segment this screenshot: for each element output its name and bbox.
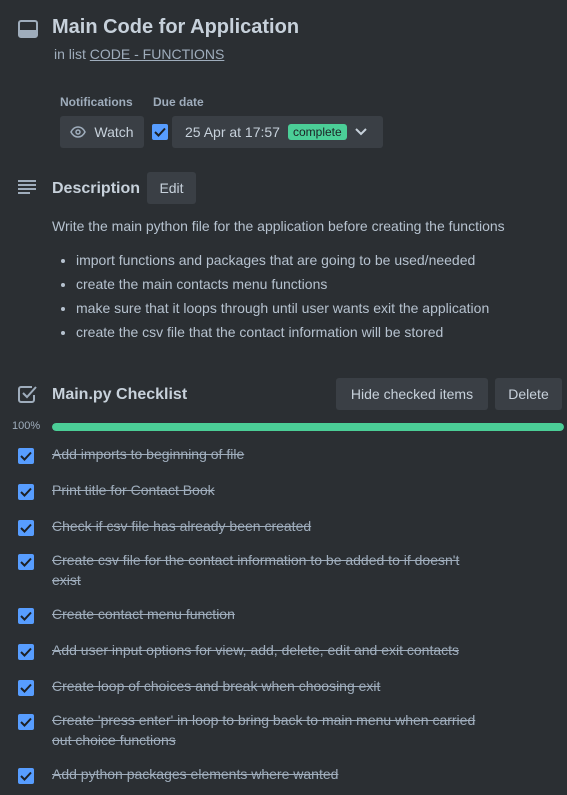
check-icon	[154, 127, 166, 137]
checklist-item-checkbox[interactable]	[18, 680, 34, 696]
chevron-down-icon	[354, 128, 367, 136]
delete-checklist-button[interactable]: Delete	[495, 378, 562, 410]
description-text: Write the main python file for the appli…	[52, 218, 505, 234]
list-item: create the main contacts menu functions	[76, 272, 489, 296]
description-bullets: import functions and packages that are g…	[52, 248, 489, 344]
progress-fill	[52, 423, 564, 431]
checklist-item-checkbox[interactable]	[18, 520, 34, 536]
due-date-checkbox[interactable]	[152, 124, 168, 140]
list-item: make sure that it loops through until us…	[76, 296, 489, 320]
due-date-label: Due date	[153, 95, 204, 109]
hide-checked-items-button[interactable]: Hide checked items	[336, 378, 488, 410]
check-icon	[20, 771, 32, 781]
due-date-value: 25 Apr at 17:57	[185, 124, 280, 140]
eye-icon	[70, 126, 87, 138]
checklist-item-checkbox[interactable]	[18, 644, 34, 660]
checklist-item-text[interactable]: Add user input options for view, add, de…	[52, 640, 482, 660]
check-icon	[20, 683, 32, 693]
checklist-item-checkbox[interactable]	[18, 484, 34, 500]
in-list-prefix: in list	[54, 46, 86, 62]
card-list-info: in list CODE - FUNCTIONS	[54, 46, 224, 62]
card-title: Main Code for Application	[52, 16, 300, 38]
checklist-item-text[interactable]: Create 'press enter' in loop to bring ba…	[52, 710, 482, 750]
check-icon	[20, 487, 32, 497]
watch-label: Watch	[94, 124, 134, 140]
checklist-item-text[interactable]: Create csv file for the contact informat…	[52, 550, 482, 590]
checklist-item-text[interactable]: Create contact menu function	[52, 604, 482, 624]
notifications-label: Notifications	[60, 95, 133, 109]
checklist-item-checkbox[interactable]	[18, 448, 34, 464]
description-heading: Description	[52, 180, 141, 197]
list-item: import functions and packages that are g…	[76, 248, 489, 272]
checklist-item-text[interactable]: Create loop of choices and break when ch…	[52, 676, 482, 696]
card-icon	[18, 20, 38, 38]
checklist-item-text[interactable]: Add python packages elements where wante…	[52, 764, 482, 784]
check-icon	[20, 523, 32, 533]
list-item: create the csv file that the contact inf…	[76, 320, 489, 344]
checklist-icon	[18, 386, 37, 403]
progress-percent: 100%	[12, 420, 41, 432]
checklist-item-checkbox[interactable]	[18, 554, 34, 570]
checklist-item-text[interactable]: Add imports to beginning of file	[52, 444, 482, 464]
checklist-heading: Main.py Checklist	[52, 386, 188, 403]
edit-description-button[interactable]: Edit	[147, 172, 196, 204]
check-icon	[20, 647, 32, 657]
checklist-item-checkbox[interactable]	[18, 768, 34, 784]
due-date-button[interactable]: 25 Apr at 17:57 complete	[172, 116, 383, 148]
check-icon	[20, 717, 32, 727]
checklist-item-text[interactable]: Print title for Contact Book	[52, 480, 482, 500]
watch-button[interactable]: Watch	[60, 116, 144, 148]
status-badge: complete	[287, 124, 347, 140]
description-icon	[18, 180, 36, 194]
progress-bar	[52, 423, 564, 431]
check-icon	[20, 557, 32, 567]
check-icon	[20, 451, 32, 461]
checklist-item-checkbox[interactable]	[18, 608, 34, 624]
checklist-item-checkbox[interactable]	[18, 714, 34, 730]
list-link[interactable]: CODE - FUNCTIONS	[90, 46, 225, 62]
checklist-item-text[interactable]: Check if csv file has already been creat…	[52, 516, 482, 536]
check-icon	[20, 611, 32, 621]
